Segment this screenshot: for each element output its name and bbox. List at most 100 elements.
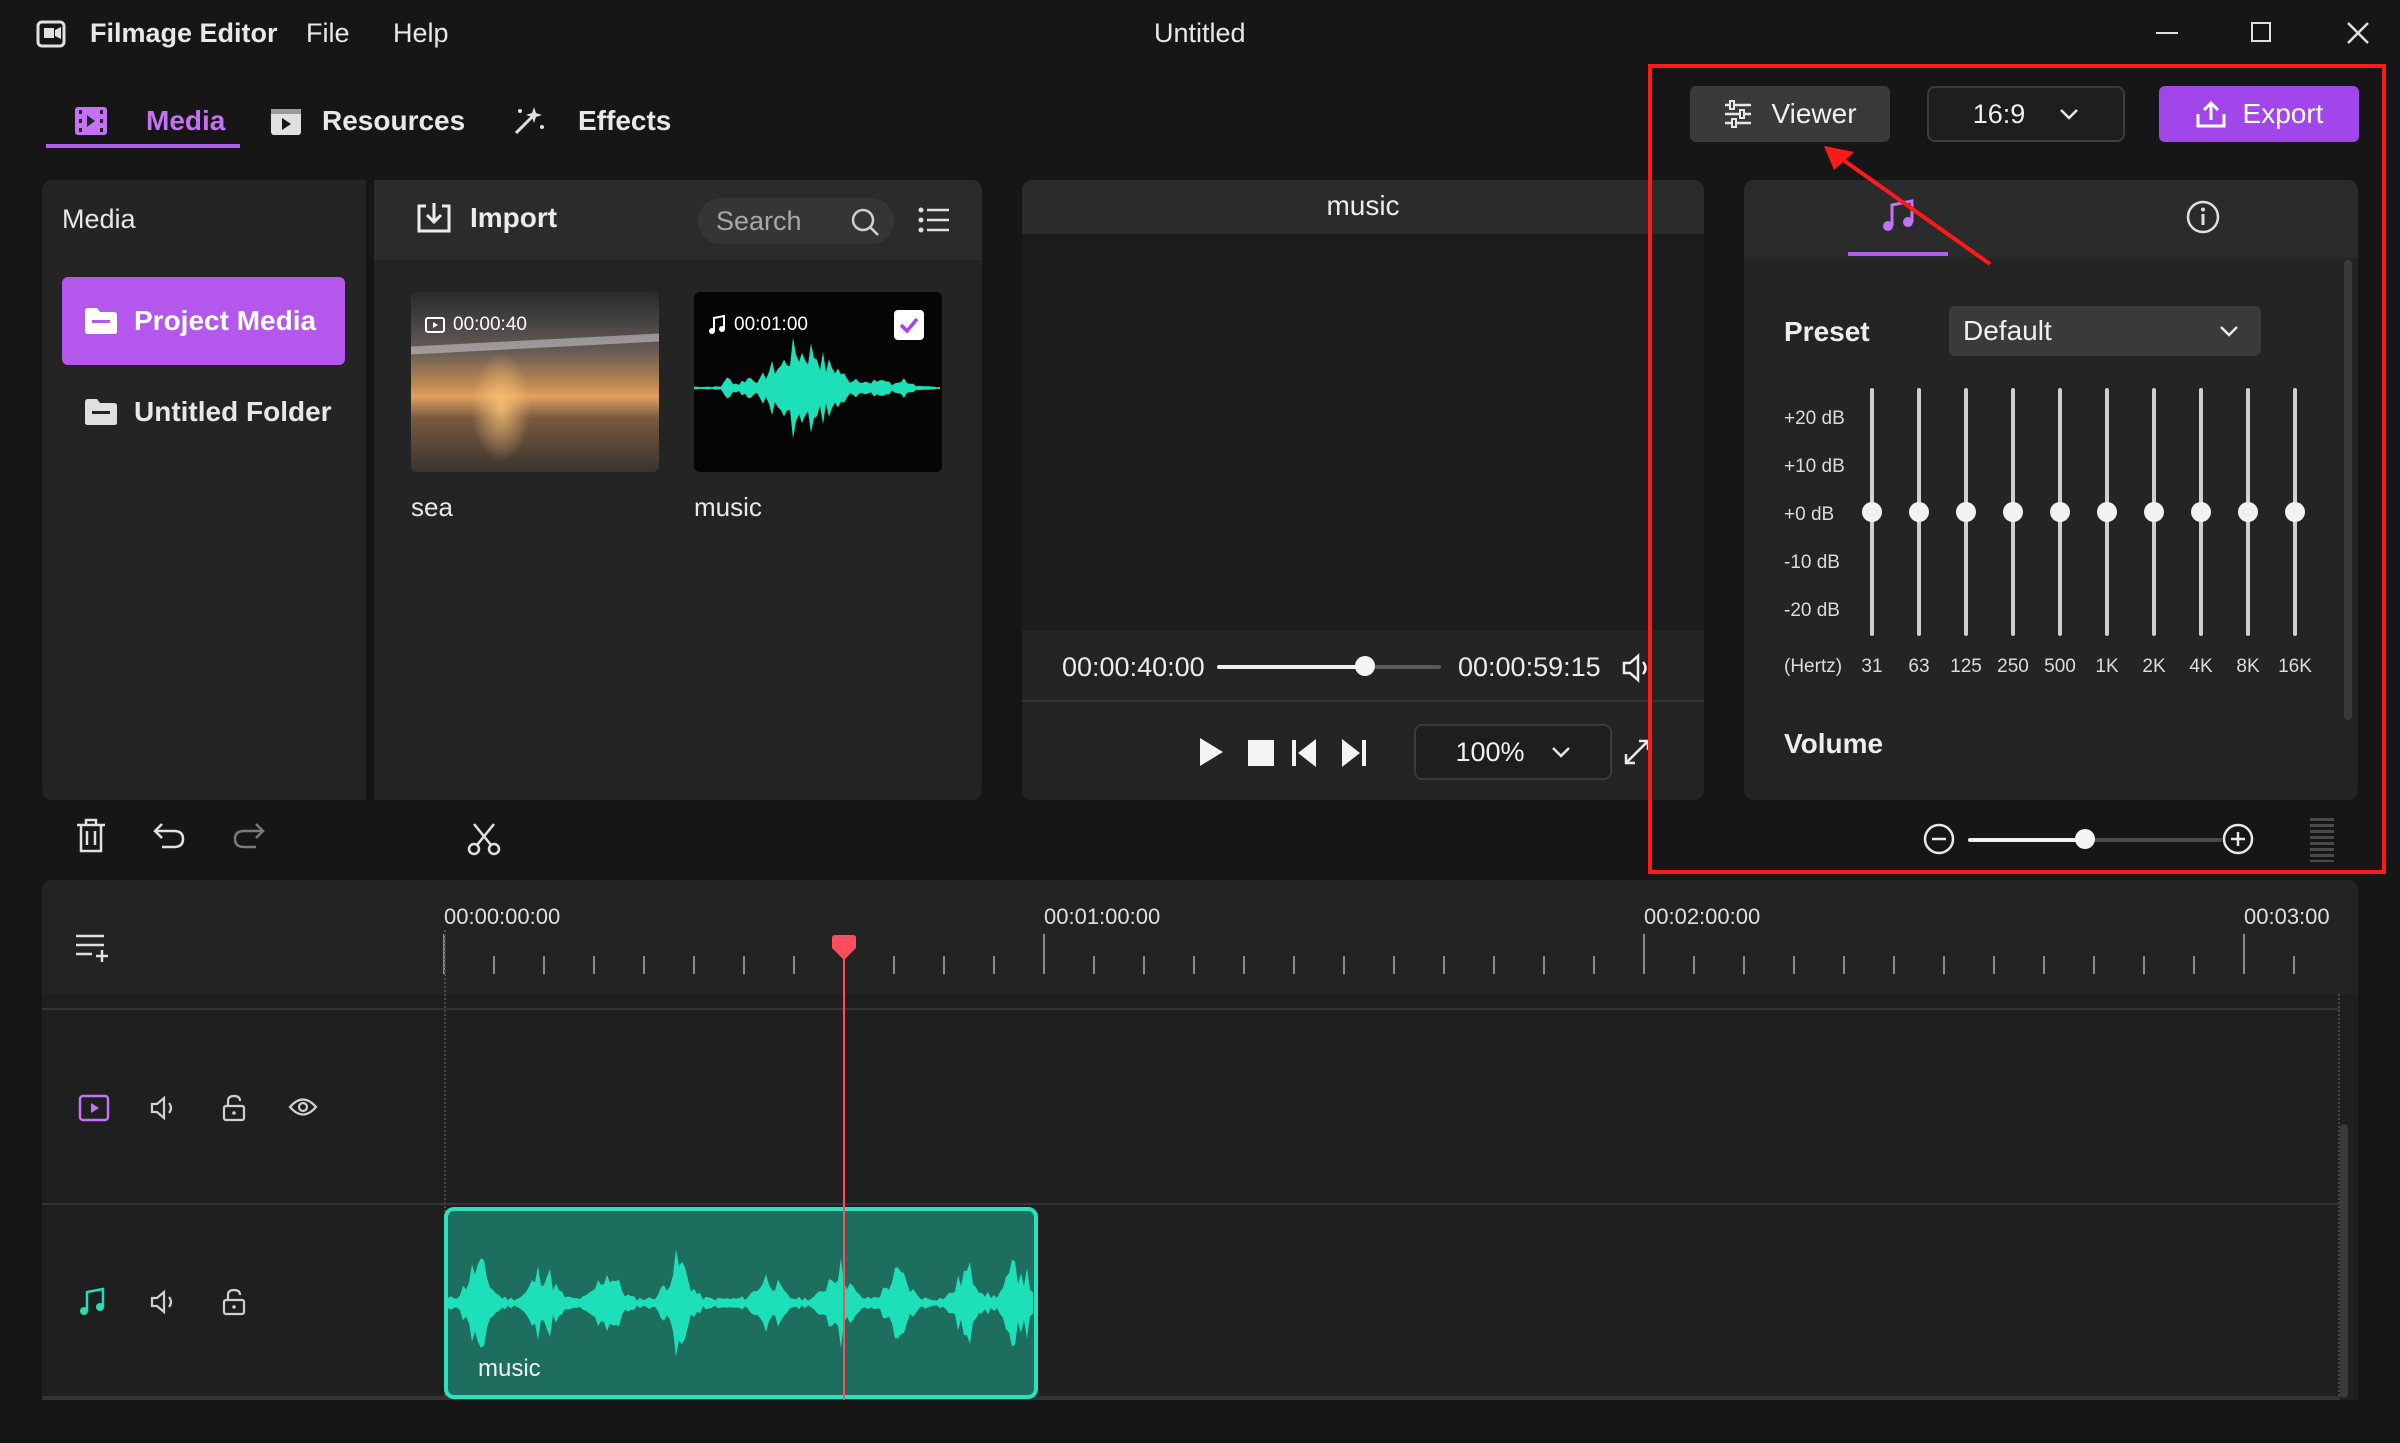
list-view-icon[interactable] bbox=[918, 207, 950, 233]
ruler-label: 00:00:00:00 bbox=[444, 904, 561, 929]
total-time: 00:00:59:15 bbox=[1458, 652, 1601, 682]
ruler-tick bbox=[2193, 956, 2195, 974]
stop-icon[interactable] bbox=[1248, 740, 1274, 766]
maximize-icon[interactable] bbox=[2251, 22, 2271, 42]
ruler-tick bbox=[1993, 956, 1995, 974]
play-icon[interactable] bbox=[1197, 736, 1225, 768]
track-mute-icon[interactable] bbox=[150, 1288, 180, 1316]
audio-meter-icon bbox=[2310, 818, 2334, 862]
window-title: Untitled bbox=[1154, 18, 1246, 48]
ruler-tick bbox=[1043, 934, 1045, 974]
media-browser bbox=[374, 180, 982, 800]
controls-divider bbox=[1022, 700, 1704, 702]
ruler-tick bbox=[1943, 956, 1945, 974]
tab-media-label: Media bbox=[146, 105, 226, 136]
progress-slider[interactable] bbox=[1217, 656, 1441, 676]
step-back-icon[interactable] bbox=[1290, 737, 1320, 769]
tab-effects[interactable]: Effects bbox=[512, 96, 671, 146]
tab-resources[interactable]: Resources bbox=[270, 96, 465, 146]
folder-icon bbox=[84, 307, 118, 335]
menu-help[interactable]: Help bbox=[393, 18, 449, 49]
media-duration: 00:00:40 bbox=[453, 314, 527, 335]
tab-effects-label: Effects bbox=[578, 105, 672, 136]
media-thumbnail-sea[interactable]: 00:00:40 bbox=[411, 292, 659, 472]
sidebar-item-project-media[interactable]: Project Media bbox=[62, 277, 345, 365]
minimize-icon[interactable] bbox=[2156, 32, 2178, 34]
thumbnail-waveform bbox=[694, 337, 940, 439]
ruler-tick bbox=[2043, 956, 2045, 974]
ruler-tick bbox=[643, 956, 645, 974]
preview-title: music bbox=[1326, 190, 1400, 221]
playhead-handle[interactable] bbox=[830, 934, 858, 962]
add-track-icon[interactable] bbox=[74, 932, 110, 964]
app-name: Filmage Editor bbox=[90, 18, 278, 48]
folder-icon bbox=[84, 398, 118, 426]
video-icon bbox=[425, 317, 445, 333]
timeline-zoom-handle[interactable] bbox=[2074, 829, 2095, 849]
timeline-ruler bbox=[42, 880, 2358, 994]
film-icon bbox=[74, 106, 108, 136]
ruler-tick bbox=[1393, 956, 1395, 974]
zoom-select[interactable]: 100% bbox=[1414, 724, 1612, 780]
ruler-tick bbox=[893, 956, 895, 974]
ruler-tick bbox=[693, 956, 695, 974]
search-placeholder: Search bbox=[716, 205, 802, 236]
ruler-tick bbox=[993, 956, 995, 974]
media-name: sea bbox=[411, 492, 453, 522]
ruler-tick bbox=[543, 956, 545, 974]
ruler-tick bbox=[1893, 956, 1895, 974]
media-thumbnail-music[interactable]: 00:01:00 bbox=[694, 292, 942, 472]
progress-handle[interactable] bbox=[1354, 656, 1375, 676]
ruler-tick bbox=[1143, 956, 1145, 974]
sidebar-title: Media bbox=[62, 204, 136, 234]
zoom-value: 100% bbox=[1455, 736, 1525, 767]
audio-clip-music[interactable]: music bbox=[444, 1207, 1038, 1399]
ruler-tick bbox=[943, 956, 945, 974]
ruler-tick bbox=[2293, 956, 2295, 974]
video-track-icon bbox=[78, 1094, 110, 1122]
ruler-tick bbox=[1243, 956, 1245, 974]
progress-fill bbox=[1217, 665, 1365, 669]
audio-track-icon bbox=[78, 1287, 106, 1317]
sidebar-item-label: Project Media bbox=[134, 305, 317, 336]
redo-icon[interactable] bbox=[232, 822, 266, 850]
undo-icon[interactable] bbox=[152, 822, 186, 850]
ruler-tick bbox=[2093, 956, 2095, 974]
ruler-tick bbox=[1743, 956, 1745, 974]
timeline-zoom-slider[interactable] bbox=[1968, 829, 2222, 849]
track-lock-icon[interactable] bbox=[222, 1288, 246, 1316]
zoom-out-icon[interactable] bbox=[1923, 823, 1955, 855]
ruler-tick bbox=[2243, 934, 2245, 974]
step-forward-icon[interactable] bbox=[1338, 737, 1368, 769]
search-icon bbox=[850, 207, 880, 237]
menu-file[interactable]: File bbox=[306, 18, 350, 49]
ruler-label: 00:02:00:00 bbox=[1644, 904, 1761, 929]
ruler-tick bbox=[1193, 956, 1195, 974]
delete-icon[interactable] bbox=[75, 818, 107, 854]
tab-media[interactable]: Media bbox=[74, 96, 225, 146]
timeline-scrollbar[interactable] bbox=[2340, 1124, 2348, 1398]
ruler-tick bbox=[1293, 956, 1295, 974]
ruler-tick bbox=[1443, 956, 1445, 974]
scissors-icon[interactable] bbox=[466, 822, 502, 856]
tab-resources-label: Resources bbox=[322, 105, 466, 136]
import-button[interactable]: Import bbox=[416, 202, 557, 234]
ruler-tick bbox=[1493, 956, 1495, 974]
track-mute-icon[interactable] bbox=[150, 1094, 180, 1122]
playhead-line[interactable] bbox=[843, 948, 845, 1400]
track-lock-icon[interactable] bbox=[222, 1094, 246, 1122]
import-label: Import bbox=[470, 202, 558, 233]
search-input[interactable]: Search bbox=[698, 198, 894, 244]
track-divider bbox=[42, 1203, 2340, 1205]
track-visibility-icon[interactable] bbox=[288, 1096, 318, 1118]
ruler-label: 00:01:00:00 bbox=[1044, 904, 1161, 929]
zoom-in-icon[interactable] bbox=[2222, 823, 2254, 855]
media-sidebar bbox=[42, 180, 366, 800]
ruler-tick bbox=[793, 956, 795, 974]
ruler-label: 00:03:00 bbox=[2244, 904, 2330, 929]
sidebar-item-untitled-folder[interactable]: Untitled Folder bbox=[62, 387, 345, 437]
ruler-tick bbox=[1793, 956, 1795, 974]
close-icon[interactable] bbox=[2346, 21, 2370, 45]
media-name: music bbox=[694, 492, 762, 522]
ruler-tick bbox=[1343, 956, 1345, 974]
